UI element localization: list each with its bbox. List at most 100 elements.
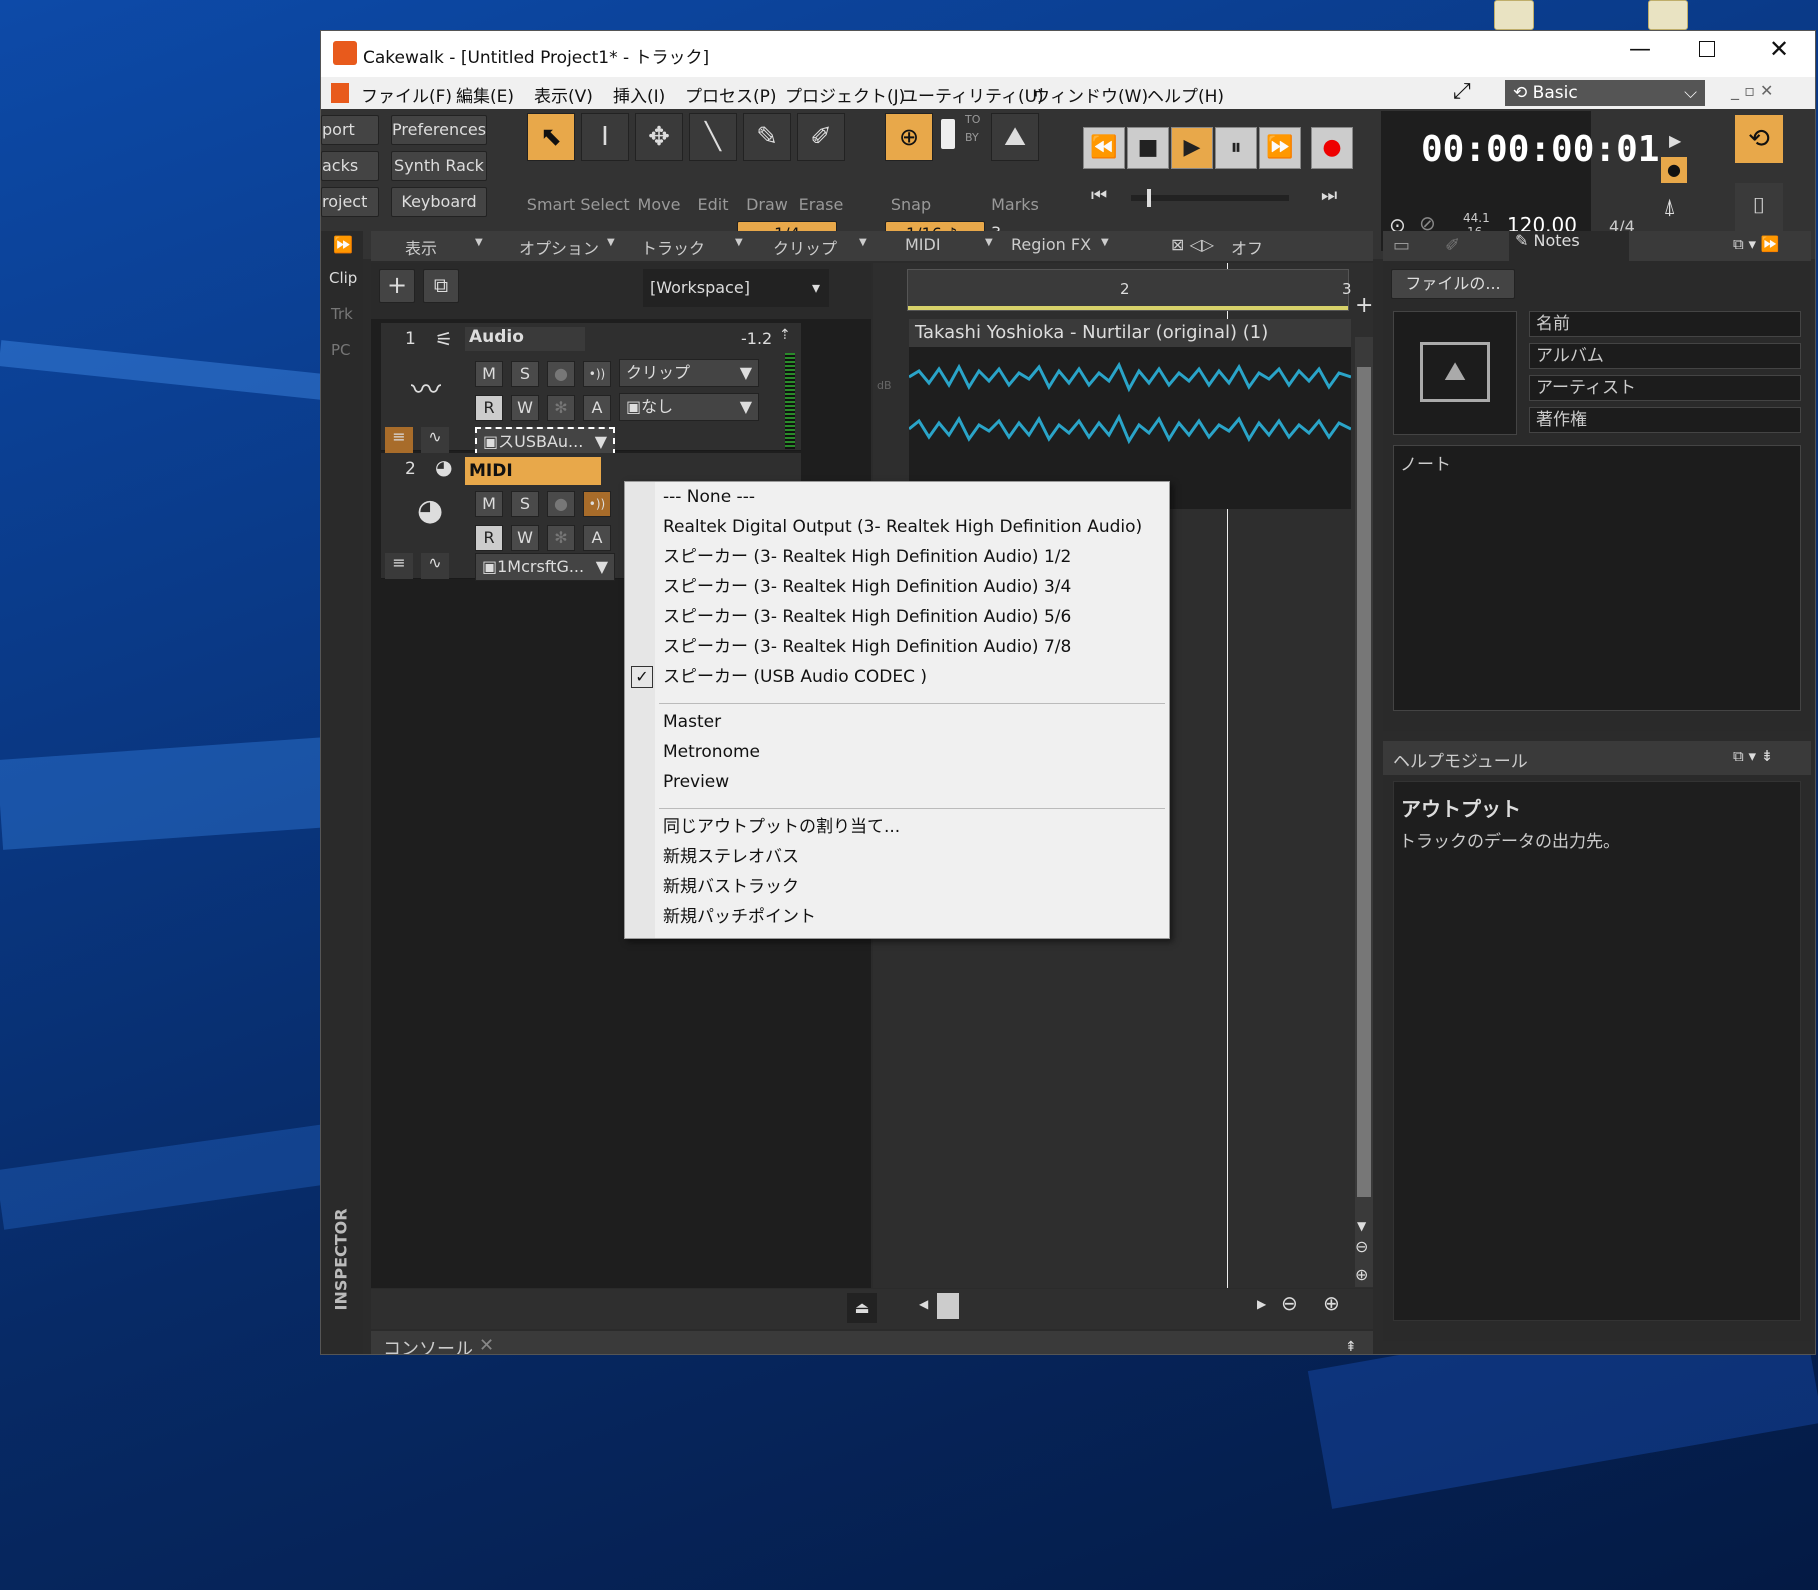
browser-tab-icon[interactable]: ▭: [1393, 235, 1410, 256]
solo-button[interactable]: S: [511, 491, 539, 517]
menu-insert[interactable]: 挿入(I): [613, 82, 665, 107]
track-strip-icon[interactable]: ≡: [385, 427, 413, 453]
menu-view[interactable]: 表示(V): [534, 82, 593, 107]
track-audio[interactable]: 1 ⚟ Audio -1.2 ⇡ 〰 M S ● •)) クリップ ▼ R W ✻…: [381, 323, 801, 455]
app-menu-icon[interactable]: [331, 83, 349, 103]
add-track-icon[interactable]: +: [379, 269, 415, 303]
notes-textarea[interactable]: ノート: [1393, 445, 1801, 711]
close-button[interactable]: ✕: [1769, 35, 1789, 63]
pause-icon[interactable]: ⏸: [1215, 127, 1257, 169]
menu-item-master[interactable]: Master: [663, 709, 721, 735]
menu-item-realtek-digital[interactable]: Realtek Digital Output (3- Realtek High …: [663, 514, 1142, 540]
record-arm-icon[interactable]: ●: [547, 491, 575, 517]
menu-file[interactable]: ファイル(F): [361, 82, 452, 107]
play-icon[interactable]: ▶: [1171, 127, 1213, 169]
marks-icon[interactable]: ⛰: [991, 113, 1039, 161]
menu-item-new-patch-point[interactable]: 新規パッチポイント: [663, 904, 816, 930]
now-slider[interactable]: [1131, 195, 1289, 201]
view-menu[interactable]: 表示: [405, 235, 437, 259]
expand-timeline-icon[interactable]: +: [1355, 293, 1373, 318]
mdi-minimize-button[interactable]: _ ▫ ✕: [1731, 81, 1773, 100]
maximize-button[interactable]: [1699, 41, 1715, 57]
smart-tool-icon[interactable]: ⬉: [527, 113, 575, 161]
mute-button[interactable]: M: [475, 491, 503, 517]
horizontal-scroll-thumb[interactable]: [937, 1293, 959, 1319]
track-strip-icon[interactable]: ≡: [385, 553, 413, 579]
loop-region[interactable]: [908, 306, 1348, 310]
automation-lanes-icon[interactable]: ∿: [421, 427, 449, 453]
name-field[interactable]: 名前: [1529, 311, 1801, 337]
scrollbar-thumb[interactable]: [1357, 367, 1371, 1197]
clip-title[interactable]: Takashi Yoshioka - Nurtilar (original) (…: [909, 319, 1351, 347]
menu-item-usb-codec[interactable]: スピーカー (USB Audio CODEC ): [663, 664, 927, 690]
now-slider-thumb[interactable]: [1147, 189, 1151, 207]
expand-inspector-icon[interactable]: ⏩: [333, 235, 353, 254]
menu-item-speaker-1-2[interactable]: スピーカー (3- Realtek High Definition Audio)…: [663, 544, 1071, 570]
move-tool-icon[interactable]: ✥: [635, 113, 683, 161]
tracks-button[interactable]: acks: [321, 151, 379, 181]
menu-item-assign-same-output[interactable]: 同じアウトプットの割り当て...: [663, 814, 900, 840]
scroll-left-icon[interactable]: ◀: [919, 1297, 928, 1311]
artist-field[interactable]: アーティスト: [1529, 375, 1801, 401]
record-mode-icon[interactable]: ●: [1661, 157, 1687, 183]
loop-icon[interactable]: ⟲: [1735, 115, 1783, 163]
write-automation-button[interactable]: W: [511, 395, 539, 421]
workspace-dropdown[interactable]: [Workspace] ▾: [643, 269, 829, 307]
snap-icon[interactable]: ⊕: [885, 113, 933, 161]
write-automation-button[interactable]: W: [511, 525, 539, 551]
archive-button[interactable]: A: [583, 395, 611, 421]
draw-tool-icon[interactable]: ✎: [743, 113, 791, 161]
mute-button[interactable]: M: [475, 361, 503, 387]
output-dropdown[interactable]: ▣1McrsftG... ▼: [475, 553, 615, 581]
menu-edit[interactable]: 編集(E): [456, 82, 514, 107]
automation-lanes-icon[interactable]: ∿: [421, 553, 449, 579]
menu-item-new-bus-track[interactable]: 新規バストラック: [663, 874, 799, 900]
timeline-ruler[interactable]: 2 3: [907, 269, 1352, 311]
preferences-button[interactable]: Preferences: [391, 115, 487, 145]
snap-toggle[interactable]: [941, 119, 955, 149]
input-echo-icon[interactable]: •)): [583, 361, 611, 387]
edit-tool-icon[interactable]: ╲: [689, 113, 737, 161]
menu-help[interactable]: ヘルプ(H): [1147, 82, 1224, 107]
menu-item-speaker-3-4[interactable]: スピーカー (3- Realtek High Definition Audio)…: [663, 574, 1071, 600]
palette-icon[interactable]: ◕: [435, 455, 452, 479]
input-echo-icon[interactable]: •)): [583, 491, 611, 517]
pc-tab[interactable]: PC: [331, 341, 351, 359]
desktop-file-icon[interactable]: [1648, 0, 1688, 30]
select-tool-icon[interactable]: Ⅰ: [581, 113, 629, 161]
fast-forward-icon[interactable]: ⏩: [1259, 127, 1301, 169]
minimize-button[interactable]: —: [1629, 37, 1651, 62]
menu-item-preview[interactable]: Preview: [663, 769, 729, 795]
zoom-out-icon[interactable]: ⊖: [1355, 1237, 1368, 1256]
freeze-icon[interactable]: ✻: [547, 525, 575, 551]
maximize-dock-icon[interactable]: ⇞: [1345, 1339, 1357, 1354]
track-name[interactable]: MIDI: [465, 457, 601, 485]
track-volume[interactable]: -1.2: [741, 329, 772, 348]
file-button[interactable]: ファイルの...: [1391, 269, 1515, 299]
album-art[interactable]: ⛰: [1393, 311, 1517, 435]
horizontal-zoom-out-icon[interactable]: ⊖: [1281, 1291, 1298, 1315]
keyboard-button[interactable]: Keyboard: [391, 187, 487, 217]
menu-item-none[interactable]: --- None ---: [663, 484, 755, 510]
menu-item-speaker-7-8[interactable]: スピーカー (3- Realtek High Definition Audio)…: [663, 634, 1071, 660]
automation-dropdown[interactable]: ▣なし ▼: [619, 393, 759, 421]
output-dropdown[interactable]: ▣スUSBAu... ▼: [475, 427, 615, 455]
zoom-in-icon[interactable]: ⊕: [1355, 1265, 1368, 1284]
play-list-icon[interactable]: ▶: [1669, 131, 1681, 150]
erase-tool-icon[interactable]: ✐: [797, 113, 845, 161]
freeze-icon[interactable]: ✻: [547, 395, 575, 421]
menu-process[interactable]: プロセス(P): [685, 82, 777, 107]
copyright-field[interactable]: 著作権: [1529, 407, 1801, 433]
menu-item-new-stereo-bus[interactable]: 新規ステレオバス: [663, 844, 799, 870]
menu-item-speaker-5-6[interactable]: スピーカー (3- Realtek High Definition Audio)…: [663, 604, 1071, 630]
close-icon[interactable]: ✕: [479, 1335, 494, 1354]
desktop-file-icon[interactable]: [1494, 0, 1534, 30]
midi-menu[interactable]: MIDI: [905, 235, 941, 254]
options-menu[interactable]: オプション: [519, 235, 599, 259]
album-field[interactable]: アルバム: [1529, 343, 1801, 369]
off-label[interactable]: オフ: [1231, 235, 1263, 259]
solo-button[interactable]: S: [511, 361, 539, 387]
stop-icon[interactable]: ■: [1127, 127, 1169, 169]
automation-icon[interactable]: ⊠ ◁▷: [1171, 235, 1214, 254]
notes-tab[interactable]: ✎ Notes: [1509, 231, 1629, 261]
